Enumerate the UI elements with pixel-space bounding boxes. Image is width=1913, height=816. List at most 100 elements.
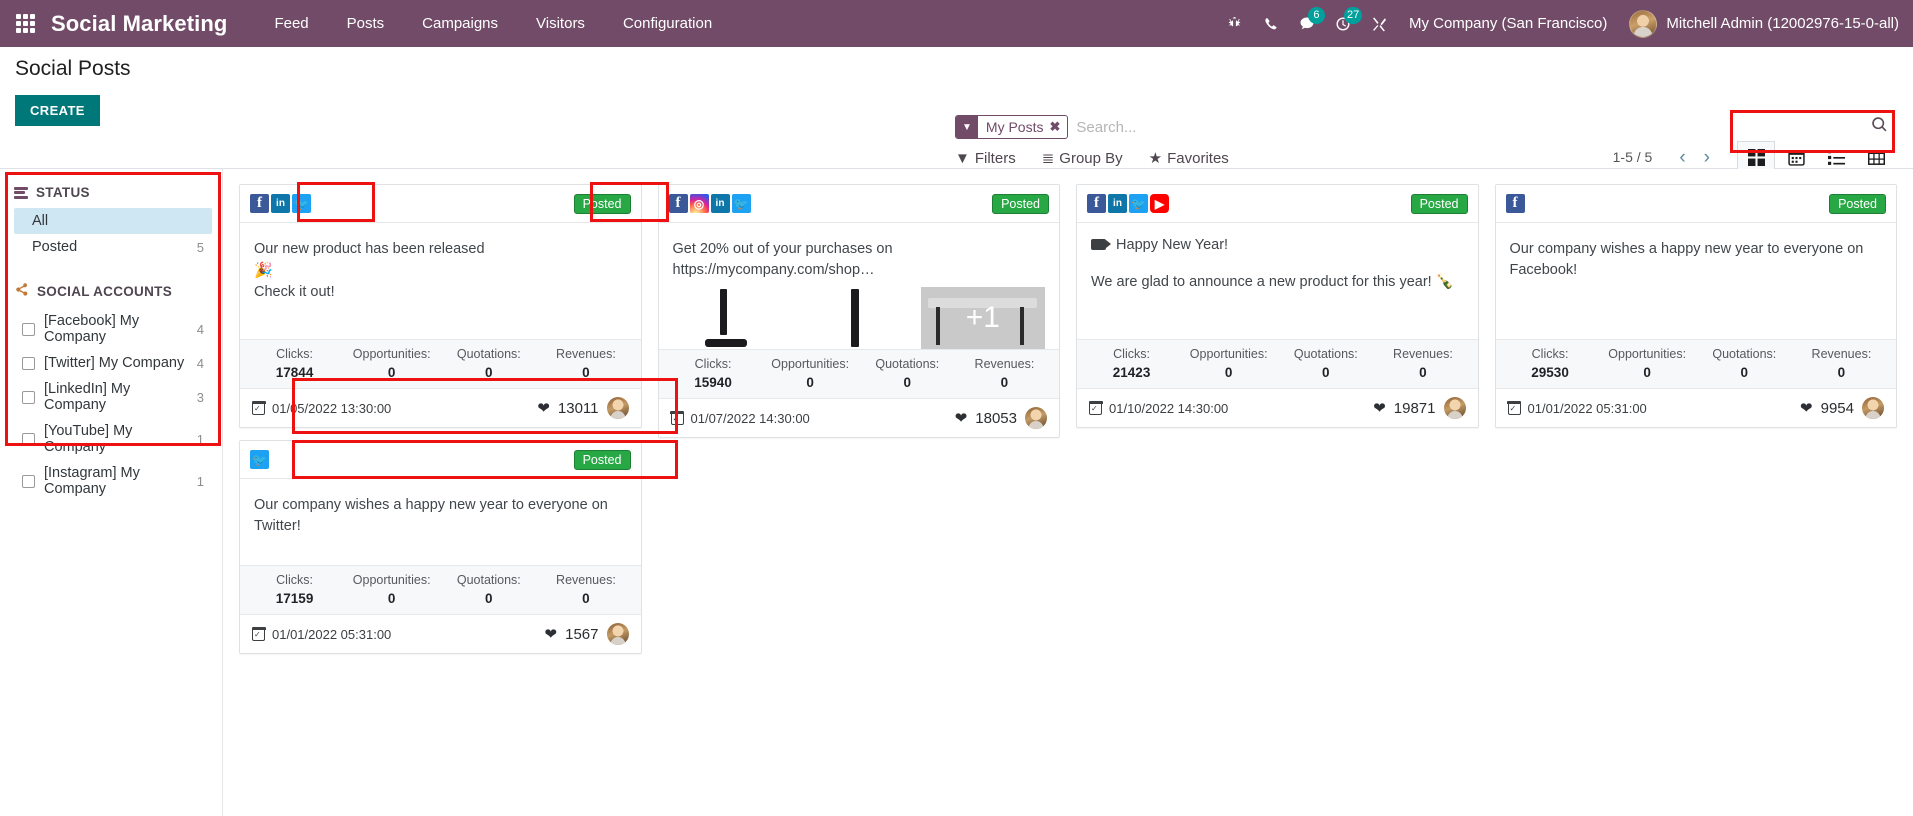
post-card[interactable]: f in 🐦 Posted Our new product has been r… <box>239 184 642 428</box>
sidebar-account-linkedin[interactable]: [LinkedIn] My Company 3 <box>14 376 212 418</box>
checkbox-icon[interactable] <box>22 432 35 446</box>
stat-value: 21423 <box>1112 365 1151 380</box>
post-image-2[interactable] <box>797 287 921 349</box>
stat-revenues: Revenues: 0 <box>1793 347 1890 380</box>
card-stats: Clicks: 17844 Opportunities: 0 Quotation… <box>240 339 641 388</box>
card-network-icons: f <box>1505 194 1525 213</box>
facet-remove-icon[interactable]: ✖ <box>1049 116 1067 138</box>
messages-icon[interactable]: 6 <box>1289 0 1325 47</box>
sidebar-account-facebook[interactable]: [Facebook] My Company 4 <box>14 308 212 350</box>
stat-label: Clicks: <box>1113 347 1150 361</box>
facebook-icon: f <box>1087 194 1106 213</box>
stat-clicks: Clicks: 29530 <box>1502 347 1599 380</box>
card-header: f ◎ in 🐦 Posted <box>658 185 1059 223</box>
kanban-sidebar: STATUS All Posted 5 SOCIAL ACCOUNTS [Fac… <box>0 169 223 816</box>
post-image-1[interactable] <box>673 287 797 349</box>
search-dropdown-row: ▼ Filters ≣ Group By ★ Favorites <box>955 149 1229 168</box>
navbar-systray: 6 27 My Company (San Francisco) Mitchell… <box>1217 0 1899 47</box>
pager-previous-button[interactable]: ‹ <box>1670 148 1694 167</box>
menu-configuration[interactable]: Configuration <box>604 0 731 47</box>
apps-grid-icon[interactable] <box>8 6 43 41</box>
kanban-grid: f in 🐦 Posted Our new product has been r… <box>223 169 1913 816</box>
stat-label: Clicks: <box>694 357 732 372</box>
author-avatar <box>1443 397 1466 419</box>
bug-icon[interactable] <box>1217 0 1253 47</box>
top-navbar: Social Marketing Feed Posts Campaigns Vi… <box>0 0 1913 47</box>
app-brand-title[interactable]: Social Marketing <box>51 11 227 37</box>
status-badge: Posted <box>573 193 631 214</box>
post-date: 01/01/2022 05:31:00 <box>272 626 392 642</box>
post-card[interactable]: f Posted Our company wishes a happy new … <box>1494 184 1897 428</box>
calendar-check-icon <box>1088 401 1103 415</box>
kanban-column-4: f Posted Our company wishes a happy new … <box>1487 179 1906 659</box>
checkbox-icon[interactable] <box>22 322 35 336</box>
account-label: [Instagram] My Company <box>44 465 140 497</box>
sidebar-item-all[interactable]: All <box>14 208 212 234</box>
stat-quotations: Quotations: 0 <box>1277 347 1374 380</box>
stat-label: Clicks: <box>1531 347 1569 361</box>
stat-opportunities: Opportunities: 0 <box>1180 347 1277 380</box>
card-network-icons: 🐦 <box>250 450 269 469</box>
post-card[interactable]: f in 🐦 ▶ Posted Happy New Year! We are g… <box>1076 184 1479 428</box>
twitter-icon: 🐦 <box>250 450 269 469</box>
stat-label: Opportunities: <box>1189 347 1268 361</box>
likes-count: 19871 <box>1393 399 1436 417</box>
group-by-button[interactable]: ≣ Group By <box>1042 149 1123 168</box>
post-image-overflow[interactable]: +1 <box>920 287 1045 350</box>
create-button[interactable]: CREATE <box>15 95 100 126</box>
stat-value: 0 <box>903 375 912 391</box>
sidebar-account-instagram[interactable]: [Instagram] My Company 1 <box>14 460 212 502</box>
calendar-check-icon <box>251 401 266 415</box>
stat-label: Revenues: <box>1811 347 1872 361</box>
favorites-button[interactable]: ★ Favorites <box>1149 149 1229 168</box>
menu-visitors[interactable]: Visitors <box>517 0 604 47</box>
author-avatar <box>1862 397 1884 419</box>
stat-clicks: Clicks: 15940 <box>665 357 762 390</box>
sidebar-account-twitter[interactable]: [Twitter] My Company 4 <box>14 350 212 376</box>
company-switcher[interactable]: My Company (San Francisco) <box>1397 15 1623 32</box>
stat-label: Clicks: <box>276 573 313 587</box>
message-line: Our company wishes a happy new year to e… <box>254 497 608 535</box>
search-facet-my-posts[interactable]: ▼ My Posts ✖ <box>955 115 1069 139</box>
stat-revenues: Revenues: 0 <box>1374 347 1471 380</box>
heart-icon: ❤ <box>1800 400 1813 417</box>
sidebar-item-posted[interactable]: Posted 5 <box>14 234 212 260</box>
post-images: +1 <box>673 287 1046 350</box>
status-badge: Posted <box>992 193 1049 214</box>
sidebar-account-youtube[interactable]: [YouTube] My Company 1 <box>14 418 212 460</box>
sidebar-item-label: All <box>32 213 49 229</box>
status-badge: Posted <box>1410 193 1468 214</box>
card-footer-right: ❤ 13011 <box>537 397 629 419</box>
stat-label: Quotations: <box>456 573 521 587</box>
post-card[interactable]: 🐦 Posted Our company wishes a happy new … <box>239 440 642 654</box>
phone-icon[interactable] <box>1253 0 1289 47</box>
checkbox-icon[interactable] <box>22 474 35 488</box>
stat-quotations: Quotations: 0 <box>440 573 537 606</box>
search-input[interactable] <box>1076 118 1880 136</box>
menu-feed[interactable]: Feed <box>255 0 327 47</box>
checkbox-icon[interactable] <box>22 356 35 370</box>
likes-count: 1567 <box>565 625 599 643</box>
author-avatar <box>606 397 629 419</box>
menu-campaigns[interactable]: Campaigns <box>403 0 517 47</box>
user-menu[interactable]: Mitchell Admin (12002976-15-0-all) <box>1623 9 1899 38</box>
activities-icon[interactable]: 27 <box>1325 0 1363 47</box>
pager-count: 1-5 / 5 <box>1612 149 1653 165</box>
menu-posts[interactable]: Posts <box>328 0 404 47</box>
card-footer: 01/01/2022 05:31:00 ❤ 9954 <box>1495 388 1896 427</box>
post-card[interactable]: f ◎ in 🐦 Posted Get 20% out of your purc… <box>657 184 1060 439</box>
kanban-column-2: f ◎ in 🐦 Posted Get 20% out of your purc… <box>650 179 1069 659</box>
filters-button[interactable]: ▼ Filters <box>955 150 1016 167</box>
card-stats: Clicks: 21423 Opportunities: 0 Quotation… <box>1077 339 1478 388</box>
twitter-icon: 🐦 <box>731 194 751 213</box>
account-count: 3 <box>196 389 204 405</box>
pager-next-button[interactable]: › <box>1695 148 1719 167</box>
stat-value: 15940 <box>694 375 732 391</box>
likes-count: 9954 <box>1820 399 1854 417</box>
checkbox-icon[interactable] <box>22 390 35 404</box>
control-panel: Social Posts CREATE ▼ My Posts ✖ ▼ Filte… <box>0 47 1913 173</box>
search-icon[interactable] <box>1871 116 1888 138</box>
card-message: Get 20% out of your purchases on https:/… <box>659 223 1060 350</box>
author-avatar <box>606 623 629 645</box>
tools-icon[interactable] <box>1361 0 1397 47</box>
